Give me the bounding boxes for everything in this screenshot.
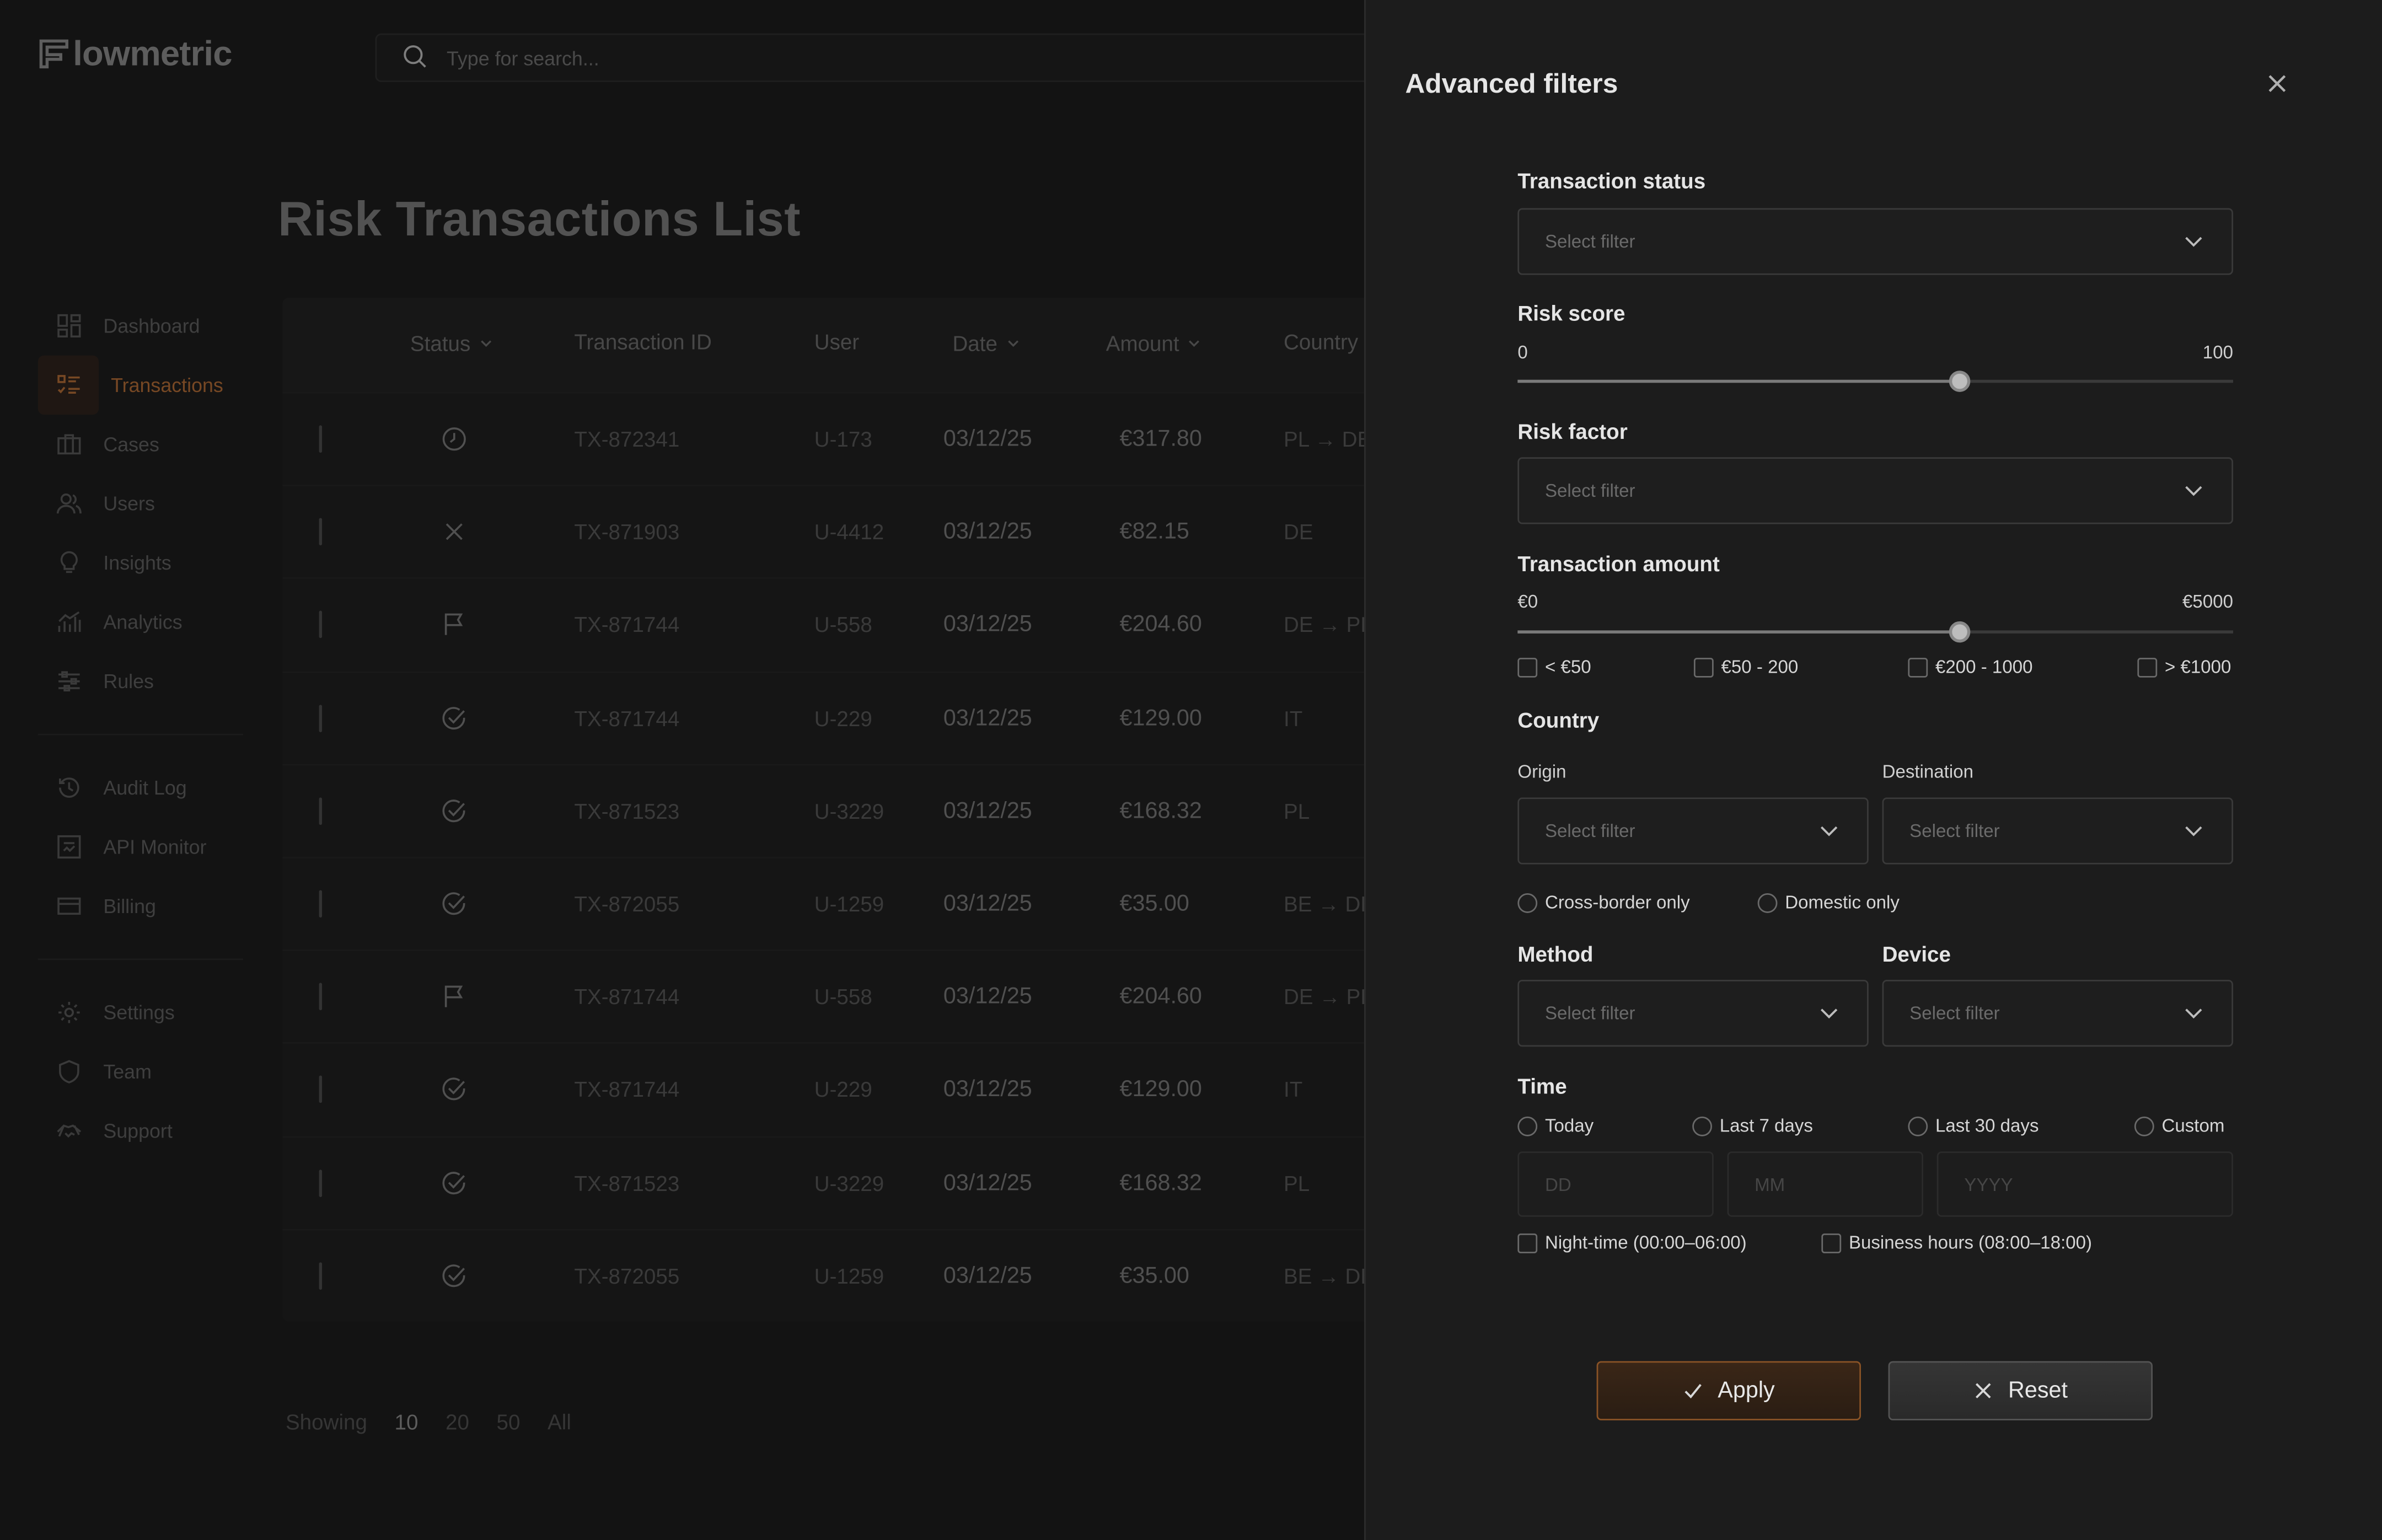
- select-placeholder: Select filter: [1544, 480, 1635, 502]
- origin-label: Origin: [1517, 761, 1566, 782]
- destination-label: Destination: [1882, 761, 1974, 782]
- amount-label: Transaction amount: [1517, 551, 1720, 576]
- month-input[interactable]: MM: [1727, 1151, 1923, 1217]
- time-custom-radio[interactable]: Custom: [2134, 1115, 2224, 1136]
- time-last7-radio[interactable]: Last 7 days: [1692, 1115, 1813, 1136]
- chevron-down-icon: [1818, 820, 1840, 842]
- checkbox[interactable]: [1517, 1232, 1538, 1253]
- risk-score-max: 100: [2202, 341, 2233, 363]
- amount-bucket-lt50[interactable]: < €50: [1517, 656, 1591, 678]
- status-label: Transaction status: [1517, 168, 1706, 193]
- radio-button[interactable]: [1757, 892, 1778, 913]
- chevron-down-icon: [2183, 820, 2204, 842]
- radio-label: Last 30 days: [1935, 1115, 2039, 1136]
- radio-button[interactable]: [1692, 1115, 1712, 1136]
- chevron-down-icon: [2183, 231, 2204, 253]
- method-label: Method: [1517, 942, 1594, 967]
- chevron-down-icon: [1818, 1002, 1840, 1024]
- close-button[interactable]: [2262, 68, 2292, 99]
- reset-button[interactable]: Reset: [1888, 1361, 2153, 1421]
- slider-fill: [1517, 379, 1959, 383]
- device-label: Device: [1882, 942, 1951, 967]
- business-hours-check[interactable]: Business hours (08:00–18:00): [1821, 1232, 2092, 1253]
- apply-label: Apply: [1718, 1377, 1775, 1404]
- chevron-down-icon: [2183, 1002, 2204, 1024]
- modal-backdrop[interactable]: [0, 0, 1366, 1540]
- radio-label: Today: [1544, 1115, 1594, 1136]
- time-last30-radio[interactable]: Last 30 days: [1908, 1115, 2038, 1136]
- select-placeholder: Select filter: [1909, 1002, 2000, 1024]
- checkbox[interactable]: [1821, 1232, 1842, 1253]
- origin-select[interactable]: Select filter: [1517, 797, 1869, 865]
- reset-label: Reset: [2008, 1377, 2068, 1404]
- checkbox[interactable]: [1908, 657, 1928, 677]
- domestic-radio[interactable]: Domestic only: [1757, 892, 1900, 913]
- chevron-down-icon: [2183, 480, 2204, 502]
- checkbox[interactable]: [2137, 657, 2158, 677]
- amount-bucket-gt1000[interactable]: > €1000: [2137, 656, 2231, 678]
- radio-button[interactable]: [1517, 1115, 1538, 1136]
- amount-min: €0: [1517, 591, 1538, 613]
- risk-factor-label: Risk factor: [1517, 419, 1628, 444]
- amount-slider[interactable]: [1517, 621, 2233, 643]
- select-placeholder: Select filter: [1544, 230, 1635, 253]
- panel-title: Advanced filters: [1405, 68, 1618, 99]
- radio-button[interactable]: [1908, 1115, 1928, 1136]
- checkbox-label: Night-time (00:00–06:00): [1544, 1232, 1747, 1253]
- select-placeholder: Select filter: [1544, 820, 1635, 842]
- amount-bucket-50-200[interactable]: €50 - 200: [1693, 656, 1799, 678]
- amount-bucket-200-1000[interactable]: €200 - 1000: [1908, 656, 2032, 678]
- select-placeholder: Select filter: [1544, 1002, 1635, 1024]
- radio-label: Custom: [2161, 1115, 2225, 1136]
- checkbox[interactable]: [1693, 657, 1714, 677]
- risk-score-label: Risk score: [1517, 301, 1625, 325]
- slider-thumb[interactable]: [1948, 371, 1970, 392]
- status-select[interactable]: Select filter: [1517, 208, 2233, 275]
- slider-thumb[interactable]: [1948, 621, 1970, 643]
- checkbox[interactable]: [1517, 657, 1538, 677]
- destination-select[interactable]: Select filter: [1882, 797, 2233, 865]
- method-select[interactable]: Select filter: [1517, 980, 1869, 1047]
- advanced-filters-panel: Advanced filters Transaction status Sele…: [1364, 0, 2382, 1540]
- checkbox-label: < €50: [1544, 656, 1591, 678]
- radio-button[interactable]: [2134, 1115, 2154, 1136]
- apply-button[interactable]: Apply: [1596, 1361, 1861, 1421]
- close-icon: [1975, 1383, 1991, 1399]
- year-input[interactable]: YYYY: [1936, 1151, 2233, 1217]
- checkbox-label: €50 - 200: [1721, 656, 1799, 678]
- amount-max: €5000: [2182, 591, 2233, 613]
- time-today-radio[interactable]: Today: [1517, 1115, 1594, 1136]
- select-placeholder: Select filter: [1909, 820, 2000, 842]
- slider-fill: [1517, 630, 1959, 634]
- radio-label: Cross-border only: [1544, 892, 1690, 913]
- checkbox-label: > €1000: [2165, 656, 2231, 678]
- radio-label: Last 7 days: [1719, 1115, 1813, 1136]
- device-select[interactable]: Select filter: [1882, 980, 2233, 1047]
- night-time-check[interactable]: Night-time (00:00–06:00): [1517, 1232, 1747, 1253]
- country-label: Country: [1517, 707, 1600, 732]
- check-icon: [1684, 1384, 1702, 1399]
- cross-border-radio[interactable]: Cross-border only: [1517, 892, 1690, 913]
- radio-button[interactable]: [1517, 892, 1538, 913]
- day-input[interactable]: DD: [1517, 1151, 1714, 1217]
- time-label: Time: [1517, 1074, 1567, 1098]
- risk-score-slider[interactable]: [1517, 371, 2233, 392]
- radio-label: Domestic only: [1785, 892, 1900, 913]
- checkbox-label: €200 - 1000: [1935, 656, 2033, 678]
- checkbox-label: Business hours (08:00–18:00): [1848, 1232, 2093, 1253]
- close-icon: [2268, 75, 2286, 92]
- risk-score-min: 0: [1517, 341, 1528, 363]
- risk-factor-select[interactable]: Select filter: [1517, 457, 2233, 524]
